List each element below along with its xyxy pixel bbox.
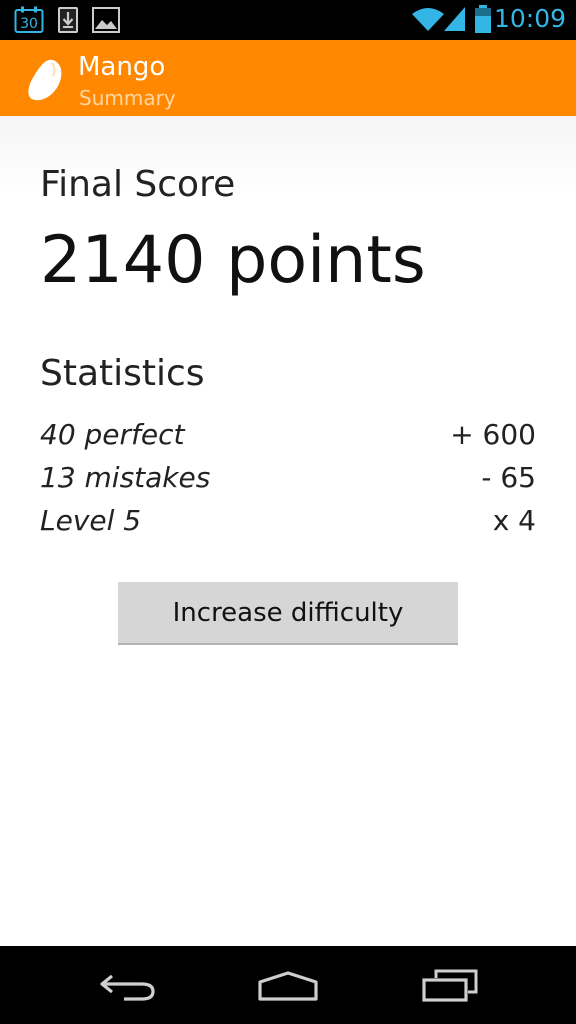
status-bar: 30 10:09 [0, 0, 576, 40]
stat-value: + 600 [450, 418, 536, 451]
recent-apps-icon[interactable] [420, 968, 480, 1008]
app-title: Mango [78, 52, 166, 82]
back-icon[interactable] [98, 970, 158, 1008]
stat-label: 13 mistakes [40, 461, 211, 494]
stat-row-mistakes: 13 mistakes - 65 [40, 461, 536, 501]
signal-icon [444, 6, 466, 36]
stat-value: x 4 [492, 504, 536, 537]
battery-icon [474, 5, 492, 37]
final-score-label: Final Score [40, 164, 236, 205]
app-subtitle: Summary [79, 86, 176, 110]
download-icon [57, 6, 79, 38]
home-icon[interactable] [256, 970, 320, 1008]
final-score-value: 2140 points [40, 223, 426, 298]
stat-label: Level 5 [40, 504, 142, 537]
status-time: 10:09 [493, 4, 566, 33]
increase-difficulty-button[interactable]: Increase difficulty [118, 582, 458, 645]
statistics-heading: Statistics [40, 353, 205, 394]
calendar-date: 30 [20, 16, 38, 32]
wifi-icon [412, 6, 444, 36]
stat-row-level: Level 5 x 4 [40, 504, 536, 544]
screen: 30 10:09 Mango Summary Final Score 2140 … [0, 0, 576, 1024]
calendar-icon: 30 [14, 6, 44, 38]
image-icon [92, 7, 120, 37]
summary-content: Final Score 2140 points Statistics 40 pe… [0, 116, 576, 946]
navigation-bar [0, 946, 576, 1024]
stat-label: 40 perfect [40, 418, 185, 451]
action-bar: Mango Summary [0, 40, 576, 116]
mango-icon[interactable] [26, 57, 64, 103]
stat-value: - 65 [481, 461, 536, 494]
stat-row-perfect: 40 perfect + 600 [40, 418, 536, 458]
